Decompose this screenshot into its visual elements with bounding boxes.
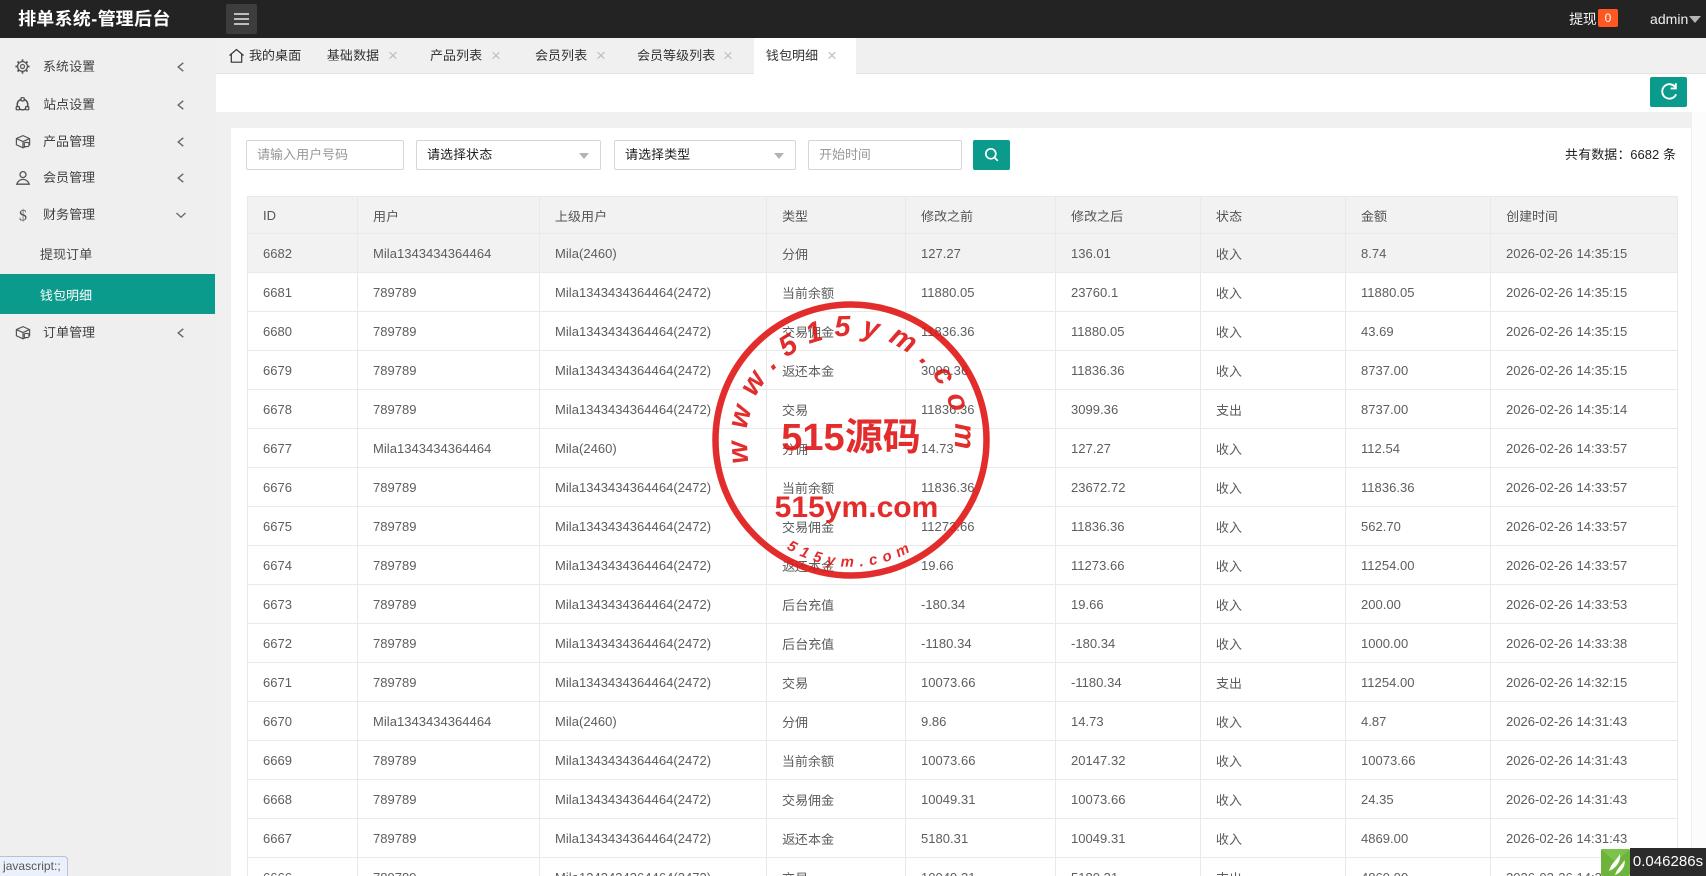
svg-text:515源码: 515源码 [781,417,921,459]
svg-text:$: $ [19,207,27,222]
svg-text:515ym.com: 515ym.com [775,491,939,524]
